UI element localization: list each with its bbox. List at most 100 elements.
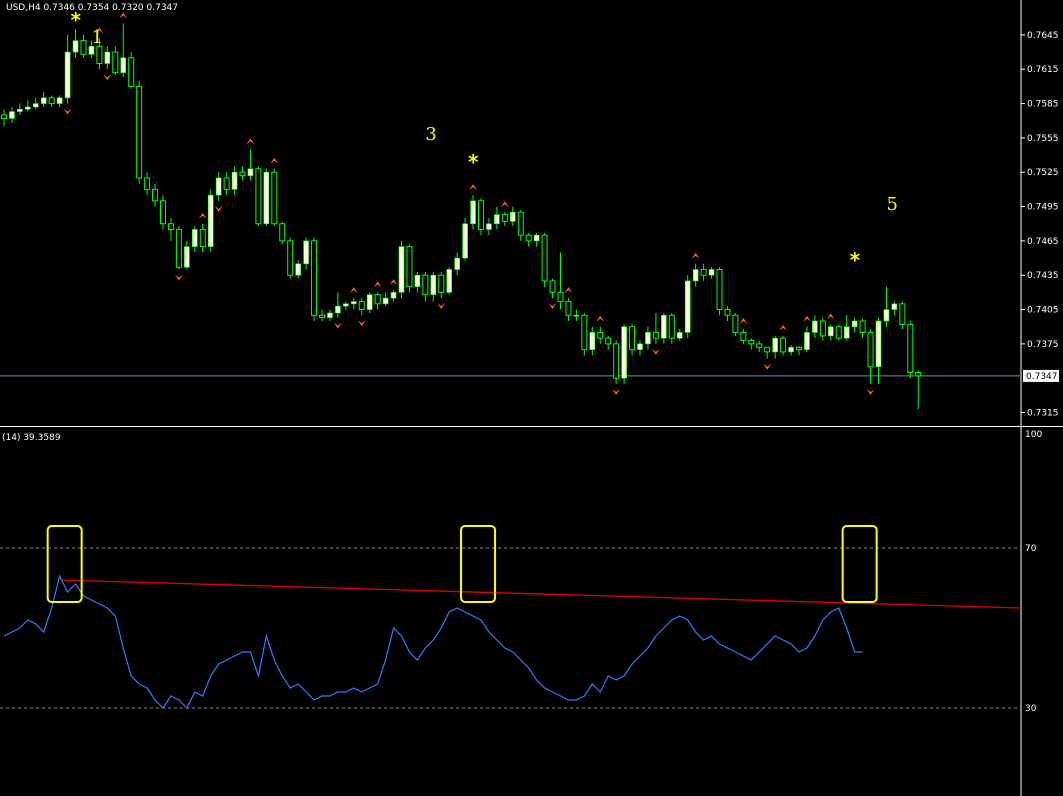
indicator-panel[interactable] [3, 525, 1022, 710]
candle[interactable] [907, 321, 914, 379]
candle[interactable] [223, 172, 230, 196]
candle[interactable] [446, 267, 453, 295]
candle[interactable] [557, 252, 564, 310]
candle[interactable] [804, 326, 810, 352]
candle[interactable] [414, 271, 421, 293]
candle[interactable] [517, 209, 524, 241]
candle[interactable] [430, 271, 437, 302]
candle[interactable] [271, 168, 278, 227]
candle[interactable] [192, 226, 198, 253]
candle[interactable] [136, 80, 143, 184]
candle[interactable] [732, 312, 739, 336]
candle[interactable] [199, 223, 206, 253]
candle[interactable] [454, 252, 460, 276]
candle[interactable] [708, 267, 715, 279]
candle[interactable] [438, 271, 445, 299]
candle[interactable] [311, 237, 318, 321]
candle[interactable] [374, 292, 381, 310]
candle[interactable] [215, 172, 222, 201]
candle[interactable] [382, 292, 389, 307]
candle[interactable] [684, 275, 691, 339]
candle[interactable] [859, 318, 866, 339]
candle[interactable] [581, 312, 588, 356]
candle[interactable] [72, 29, 79, 58]
candle[interactable] [509, 206, 516, 227]
candle[interactable] [501, 212, 508, 227]
candle[interactable] [692, 263, 699, 287]
candle[interactable] [80, 34, 87, 58]
candle[interactable] [780, 335, 787, 356]
candle[interactable] [167, 218, 174, 241]
candle[interactable] [621, 324, 627, 384]
candle[interactable] [851, 317, 858, 333]
candle[interactable] [899, 301, 906, 330]
candle[interactable] [629, 324, 636, 356]
candle[interactable] [128, 52, 135, 89]
candle[interactable] [398, 240, 405, 299]
candle[interactable] [152, 183, 159, 207]
candle[interactable] [565, 298, 572, 321]
candle[interactable] [112, 46, 119, 75]
candle[interactable] [64, 34, 71, 104]
candle[interactable] [279, 221, 286, 245]
candle[interactable] [144, 172, 151, 196]
candle[interactable] [32, 97, 39, 110]
candle[interactable] [525, 232, 532, 247]
candle[interactable] [350, 298, 357, 310]
candle[interactable] [748, 338, 755, 350]
candle[interactable] [319, 309, 325, 321]
price-panel[interactable] [1, 12, 922, 410]
candle[interactable] [104, 46, 111, 70]
candle[interactable] [17, 103, 23, 115]
candle[interactable] [255, 166, 262, 227]
candle[interactable] [48, 95, 55, 107]
candle[interactable] [661, 312, 667, 344]
candle[interactable] [40, 92, 47, 107]
candle[interactable] [25, 100, 31, 112]
candle[interactable] [637, 340, 643, 356]
candle[interactable] [343, 301, 349, 310]
candle[interactable] [231, 166, 238, 196]
candle[interactable] [812, 315, 818, 339]
candle[interactable] [700, 263, 707, 281]
candle[interactable] [668, 312, 675, 344]
candle[interactable] [120, 23, 127, 78]
candle[interactable] [1, 109, 7, 127]
candle[interactable] [486, 218, 492, 236]
candle[interactable] [541, 232, 548, 287]
candle[interactable] [494, 206, 500, 230]
candle[interactable] [184, 240, 190, 270]
candle[interactable] [764, 346, 771, 359]
candle[interactable] [160, 195, 166, 230]
candle[interactable] [478, 198, 484, 236]
candle[interactable] [772, 335, 778, 359]
indicator-series-line[interactable] [3, 574, 863, 710]
candle[interactable] [462, 218, 468, 261]
candle[interactable] [645, 326, 651, 350]
candle[interactable] [827, 324, 834, 341]
candle[interactable] [652, 312, 659, 344]
candle[interactable] [9, 106, 15, 124]
candle[interactable] [366, 292, 373, 313]
candle[interactable] [287, 237, 294, 279]
candle[interactable] [239, 166, 246, 181]
candle[interactable] [883, 286, 890, 327]
candle[interactable] [422, 271, 429, 302]
candle[interactable] [263, 168, 270, 227]
candle[interactable] [406, 244, 413, 293]
candle[interactable] [605, 335, 612, 350]
candle[interactable] [549, 278, 556, 299]
candle[interactable] [247, 149, 254, 181]
candle[interactable] [533, 232, 540, 247]
candle[interactable] [390, 290, 397, 302]
candle[interactable] [875, 317, 882, 384]
candle[interactable] [724, 306, 731, 321]
candle[interactable] [613, 340, 620, 384]
candle[interactable] [676, 329, 683, 341]
candle[interactable] [589, 326, 596, 356]
candle[interactable] [788, 345, 794, 356]
candle[interactable] [796, 346, 802, 356]
candle[interactable] [740, 329, 747, 344]
candle[interactable] [573, 309, 580, 321]
candle[interactable] [358, 298, 365, 316]
